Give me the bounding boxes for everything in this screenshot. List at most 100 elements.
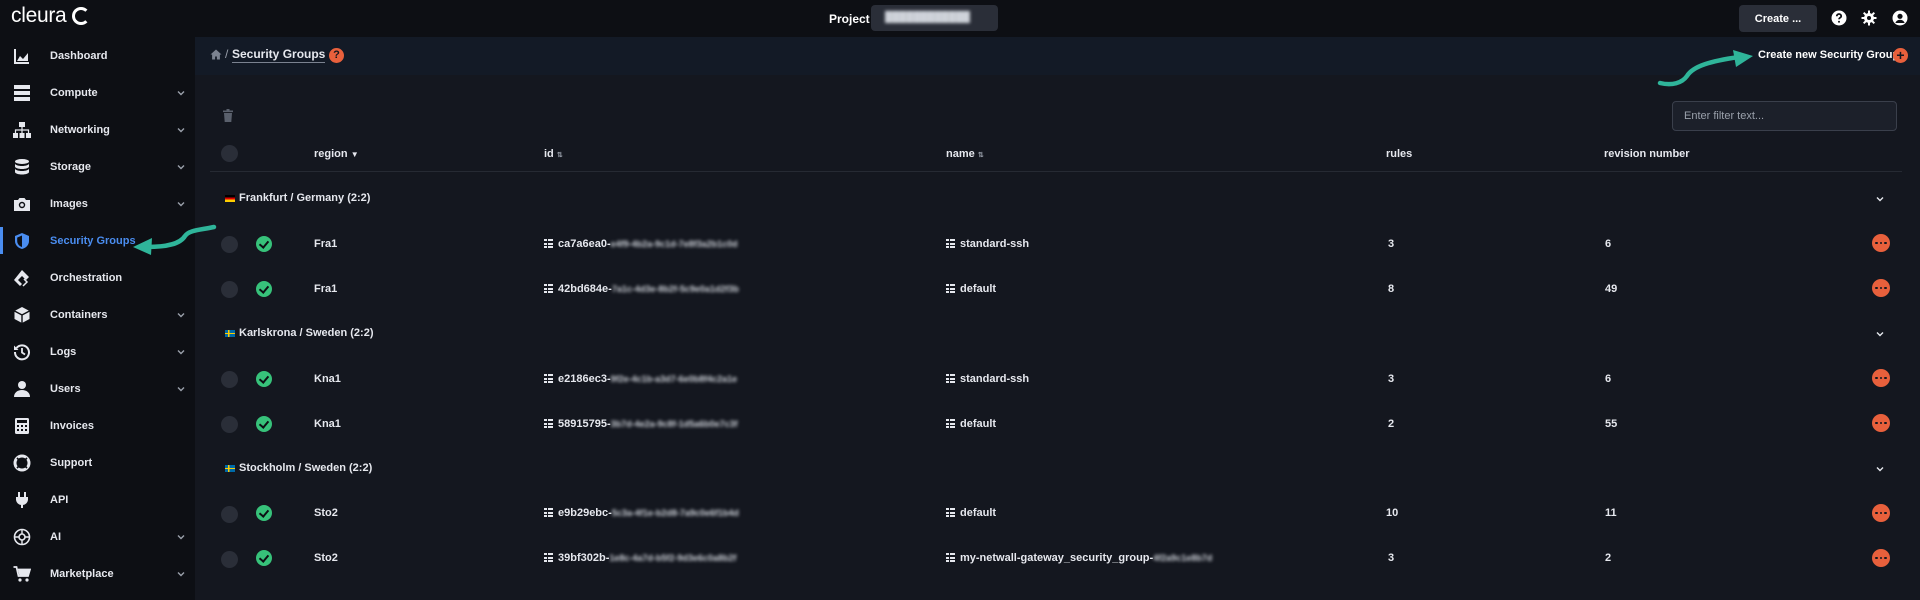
rules-cell: 10 xyxy=(1386,507,1399,519)
name-cell[interactable]: default xyxy=(946,283,996,295)
sidebar-item-ai[interactable]: AI xyxy=(0,518,195,555)
create-menu-button[interactable]: Create ... xyxy=(1739,5,1817,32)
row-actions-button[interactable] xyxy=(1872,279,1890,297)
row-actions-button[interactable] xyxy=(1872,504,1890,522)
chevron-down-icon xyxy=(177,571,185,576)
sidebar-item-label: Networking xyxy=(50,123,110,136)
sidebar-item-networking[interactable]: Networking xyxy=(0,111,195,148)
filter-input[interactable] xyxy=(1672,101,1897,131)
row-checkbox[interactable] xyxy=(221,506,238,523)
row-checkbox[interactable] xyxy=(221,371,238,388)
status-ok-icon xyxy=(256,281,272,297)
grid-icon xyxy=(946,374,955,383)
grid-icon xyxy=(946,239,955,248)
trash-icon[interactable] xyxy=(222,109,234,122)
region-cell: Kna1 xyxy=(314,373,341,385)
sidebar-item-support[interactable]: Support xyxy=(0,444,195,481)
row-checkbox[interactable] xyxy=(221,551,238,568)
id-cell[interactable]: 58915795-3b7d-4e2a-9c8f-1d5a6b0e7c3f xyxy=(544,418,738,430)
chevron-down-icon[interactable] xyxy=(1875,464,1885,474)
chevron-down-icon xyxy=(177,386,185,391)
rules-cell: 3 xyxy=(1388,373,1395,385)
group-header-karlskrona[interactable]: Karlskrona / Sweden (2:2) xyxy=(225,323,374,343)
region-cell: Kna1 xyxy=(314,418,341,430)
shield-icon xyxy=(15,232,29,249)
group-title: Karlskrona / Sweden (2:2) xyxy=(239,327,374,339)
project-selector[interactable]: ████████████ xyxy=(871,5,998,31)
id-cell[interactable]: 42bd684e-7a1c-4d3e-8b2f-5c9e0a1d2f3b xyxy=(544,283,739,295)
name-cell[interactable]: standard-ssh xyxy=(946,238,1029,250)
row-actions-button[interactable] xyxy=(1872,549,1890,567)
project-label: Project xyxy=(829,12,870,26)
sidebar-item-label: Orchestration xyxy=(50,271,123,284)
column-header-revision: revision number xyxy=(1604,148,1690,160)
column-header-name[interactable]: name ⇅ xyxy=(946,148,984,160)
group-header-stockholm[interactable]: Stockholm / Sweden (2:2) xyxy=(225,458,372,478)
id-redacted: 7a1c-4d3e-8b2f-5c9e0a1d2f3b xyxy=(611,284,739,294)
id-cell[interactable]: 39bf302b-1e8c-4a7d-b5f2-9d3e6c0a8b2f xyxy=(544,552,736,564)
sidebar-item-containers[interactable]: Containers xyxy=(0,296,195,333)
sidebar-item-users[interactable]: Users xyxy=(0,370,195,407)
sidebar-item-logs[interactable]: Logs xyxy=(0,333,195,370)
grid-icon xyxy=(544,419,553,428)
rules-cell: 3 xyxy=(1388,238,1395,250)
history-icon xyxy=(13,343,30,360)
user-circle-icon[interactable] xyxy=(1892,10,1908,26)
group-header-frankfurt[interactable]: Frankfurt / Germany (2:2) xyxy=(225,188,370,208)
help-circle-icon[interactable] xyxy=(1831,10,1847,26)
status-ok-icon xyxy=(256,371,272,387)
chevron-down-icon xyxy=(177,349,185,354)
plus-circle-icon[interactable]: + xyxy=(1893,48,1908,63)
sidebar-item-label: API xyxy=(50,493,69,506)
sidebar-item-compute[interactable]: Compute xyxy=(0,74,195,111)
id-cell[interactable]: ca7a6ea0-e4f9-4b2a-9c1d-7e8f3a2b1c0d xyxy=(544,238,738,250)
sidebar-item-images[interactable]: Images xyxy=(0,185,195,222)
annotation-arrow xyxy=(1657,50,1753,87)
sidebar-item-label: Marketplace xyxy=(50,567,114,580)
column-header-id[interactable]: id ⇅ xyxy=(544,148,563,160)
sidebar-item-api[interactable]: API xyxy=(0,481,195,518)
sidebar-item-label: Logs xyxy=(50,345,77,358)
grid-icon xyxy=(544,284,553,293)
row-actions-button[interactable] xyxy=(1872,369,1890,387)
name-value: standard-ssh xyxy=(960,373,1030,385)
row-checkbox[interactable] xyxy=(221,416,238,433)
row-checkbox[interactable] xyxy=(221,236,238,253)
row-actions-button[interactable] xyxy=(1872,234,1890,252)
select-all-checkbox[interactable] xyxy=(221,145,238,162)
sidebar-item-storage[interactable]: Storage xyxy=(0,148,195,185)
create-new-security-group-link[interactable]: Create new Security Group xyxy=(1758,49,1899,61)
name-cell[interactable]: standard-ssh xyxy=(946,373,1029,385)
sidebar-item-orchestration[interactable]: Orchestration xyxy=(0,259,195,296)
name-cell[interactable]: my-netwall-gateway_security_group-4f2a9c… xyxy=(946,552,1212,564)
sidebar-item-label: AI xyxy=(50,530,61,543)
cube-icon xyxy=(14,306,30,323)
id-cell[interactable]: e9b29ebc-5c3a-4f1e-b2d8-7a9c0e6f1b4d xyxy=(544,507,739,519)
orchestration-icon xyxy=(14,269,29,287)
name-cell[interactable]: default xyxy=(946,418,996,430)
help-icon[interactable]: ? xyxy=(329,48,344,63)
sort-icon: ⇅ xyxy=(977,152,984,159)
rules-cell: 2 xyxy=(1388,418,1395,430)
name-cell[interactable]: default xyxy=(946,507,996,519)
status-ok-icon xyxy=(256,505,272,521)
revision-cell: 6 xyxy=(1605,238,1612,250)
row-checkbox[interactable] xyxy=(221,281,238,298)
home-icon[interactable] xyxy=(210,49,222,60)
chevron-down-icon xyxy=(177,127,185,132)
chevron-down-icon[interactable] xyxy=(1875,194,1885,204)
network-icon xyxy=(13,121,31,138)
chevron-down-icon[interactable] xyxy=(1875,329,1885,339)
sweden-flag-icon xyxy=(225,464,235,472)
row-actions-button[interactable] xyxy=(1872,414,1890,432)
sidebar-item-dashboard[interactable]: Dashboard xyxy=(0,37,195,74)
region-cell: Fra1 xyxy=(314,283,338,295)
gear-icon[interactable] xyxy=(1861,10,1877,26)
sidebar-item-label: Security Groups xyxy=(50,234,136,247)
sidebar-item-marketplace[interactable]: Marketplace xyxy=(0,555,195,592)
id-cell[interactable]: e2186ec3-9f2e-4c1b-a3d7-6e0b8f4c2a1e xyxy=(544,373,737,385)
cleura-logo[interactable]: cleura xyxy=(11,4,91,28)
cleura-logo-mark-icon xyxy=(72,7,91,25)
sidebar-item-invoices[interactable]: Invoices xyxy=(0,407,195,444)
column-header-region[interactable]: region ▼ xyxy=(314,148,359,160)
